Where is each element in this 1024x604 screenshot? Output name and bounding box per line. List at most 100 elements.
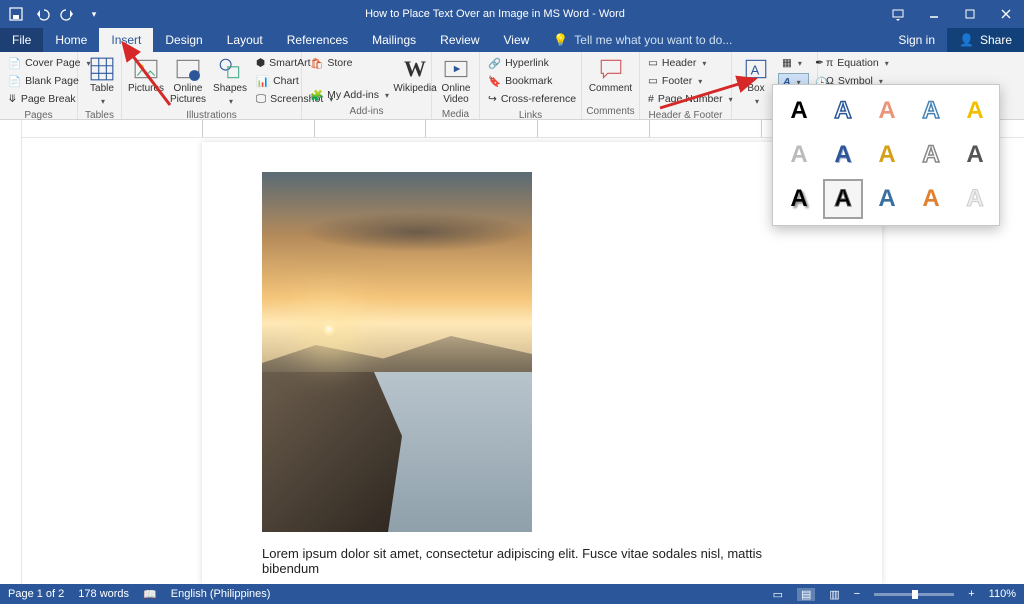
table-button[interactable]: Table [82, 54, 122, 108]
tab-home[interactable]: Home [43, 28, 99, 52]
wordart-style-13[interactable]: A [867, 179, 907, 219]
shapes-button[interactable]: Shapes [210, 54, 250, 108]
tell-me-placeholder: Tell me what you want to do... [574, 33, 732, 47]
tell-me-search[interactable]: 💡 Tell me what you want to do... [541, 28, 744, 52]
store-icon: 🛍 [310, 57, 323, 70]
table-icon [89, 56, 115, 82]
zoom-slider[interactable] [874, 593, 954, 596]
document-body-text[interactable]: Lorem ipsum dolor sit amet, consectetur … [262, 546, 822, 576]
wikipedia-label: Wikipedia [393, 84, 436, 95]
view-print-layout-icon[interactable]: ▤ [797, 588, 815, 601]
cross-reference-button[interactable]: ↪Cross-reference [484, 90, 580, 108]
online-pictures-icon [175, 56, 201, 82]
share-button[interactable]: 👤 Share [947, 28, 1024, 52]
status-language[interactable]: English (Philippines) [171, 588, 271, 600]
wikipedia-button[interactable]: W Wikipedia [395, 54, 435, 97]
equation-button[interactable]: πEquation [822, 54, 893, 72]
status-page[interactable]: Page 1 of 2 [8, 588, 64, 600]
online-video-label: Online Video [440, 84, 472, 105]
redo-icon[interactable] [56, 2, 80, 26]
pictures-label: Pictures [128, 84, 164, 95]
wordart-style-10[interactable]: A [955, 135, 995, 175]
equation-icon: π [826, 57, 833, 69]
footer-button[interactable]: ▭Footer [644, 72, 737, 90]
wordart-style-7[interactable]: A [823, 135, 863, 175]
wordart-style-5[interactable]: A [955, 91, 995, 131]
status-words[interactable]: 178 words [78, 588, 129, 600]
bookmark-button[interactable]: 🔖 Bookmark [484, 72, 580, 90]
bookmark-label: Bookmark [505, 75, 552, 87]
my-addins-icon: 🧩 [310, 89, 323, 102]
bookmark-icon: 🔖 [488, 75, 501, 88]
share-label: Share [980, 33, 1012, 47]
document-image[interactable] [262, 172, 532, 532]
undo-icon[interactable] [30, 2, 54, 26]
text-box-label: Box [747, 84, 764, 95]
header-label: Header [662, 57, 696, 69]
online-pictures-button[interactable]: Online Pictures [168, 54, 208, 107]
tab-design[interactable]: Design [153, 28, 214, 52]
zoom-out-button[interactable]: − [854, 588, 860, 600]
wordart-style-15[interactable]: A [955, 179, 995, 219]
status-proofing-icon[interactable]: 📖 [143, 588, 157, 601]
blank-page-icon: 📄 [8, 75, 21, 88]
wordart-style-8[interactable]: A [867, 135, 907, 175]
ribbon-options-icon[interactable] [880, 0, 916, 28]
group-label-addins: Add-ins [302, 106, 431, 119]
wikipedia-icon: W [404, 56, 426, 82]
save-icon[interactable] [4, 2, 28, 26]
page-number-button[interactable]: #Page Number [644, 90, 737, 108]
svg-text:A: A [751, 62, 760, 77]
blank-page-label: Blank Page [25, 75, 79, 87]
wordart-style-9[interactable]: A [911, 135, 951, 175]
zoom-in-button[interactable]: + [968, 588, 974, 600]
comment-button[interactable]: Comment [586, 54, 635, 97]
cover-page-label: Cover Page [25, 57, 80, 69]
header-button[interactable]: ▭ Header [644, 54, 737, 72]
qat-customize-icon[interactable]: ▾ [82, 2, 106, 26]
view-web-layout-icon[interactable]: ▥ [829, 588, 839, 601]
tab-review[interactable]: Review [428, 28, 491, 52]
sign-in-link[interactable]: Sign in [886, 28, 947, 52]
wordart-gallery: A A A A A A A A A A A A A A A [772, 84, 1000, 226]
online-pictures-label: Online Pictures [170, 84, 206, 105]
text-box-button[interactable]: A Box [736, 54, 776, 108]
footer-label: Footer [662, 75, 692, 87]
online-video-icon [443, 56, 469, 82]
tab-file[interactable]: File [0, 28, 43, 52]
quick-parts-button[interactable]: ▦ [778, 54, 809, 72]
minimize-icon[interactable] [916, 0, 952, 28]
chart-label: Chart [273, 75, 299, 87]
comment-icon [598, 56, 624, 82]
wordart-style-2[interactable]: A [823, 91, 863, 131]
wordart-style-3[interactable]: A [867, 91, 907, 131]
wordart-style-14[interactable]: A [911, 179, 951, 219]
tab-layout[interactable]: Layout [215, 28, 275, 52]
group-label-comments: Comments [582, 106, 639, 119]
maximize-icon[interactable] [952, 0, 988, 28]
tab-references[interactable]: References [275, 28, 360, 52]
page-break-label: Page Break [21, 93, 76, 105]
wordart-style-12[interactable]: A [823, 179, 863, 219]
hyperlink-label: Hyperlink [505, 57, 549, 69]
zoom-level[interactable]: 110% [989, 588, 1016, 600]
hyperlink-button[interactable]: 🔗Hyperlink [484, 54, 580, 72]
wordart-style-1[interactable]: A [779, 91, 819, 131]
tab-insert[interactable]: Insert [99, 28, 153, 52]
view-read-mode-icon[interactable]: ▭ [773, 588, 783, 601]
online-video-button[interactable]: Online Video [436, 54, 476, 107]
store-button[interactable]: 🛍Store [306, 54, 393, 72]
close-icon[interactable] [988, 0, 1024, 28]
page-break-icon: ⤋ [8, 93, 17, 105]
wordart-style-6[interactable]: A [779, 135, 819, 175]
pictures-button[interactable]: Pictures [126, 54, 166, 97]
header-icon: ▭ [648, 57, 658, 69]
tab-mailings[interactable]: Mailings [360, 28, 428, 52]
table-label: Table [90, 84, 114, 95]
tab-view[interactable]: View [492, 28, 542, 52]
share-icon: 👤 [959, 33, 974, 47]
vertical-ruler[interactable] [0, 120, 22, 584]
wordart-style-11[interactable]: A [779, 179, 819, 219]
wordart-style-4[interactable]: A [911, 91, 951, 131]
my-addins-button[interactable]: 🧩My Add-ins [306, 86, 393, 104]
